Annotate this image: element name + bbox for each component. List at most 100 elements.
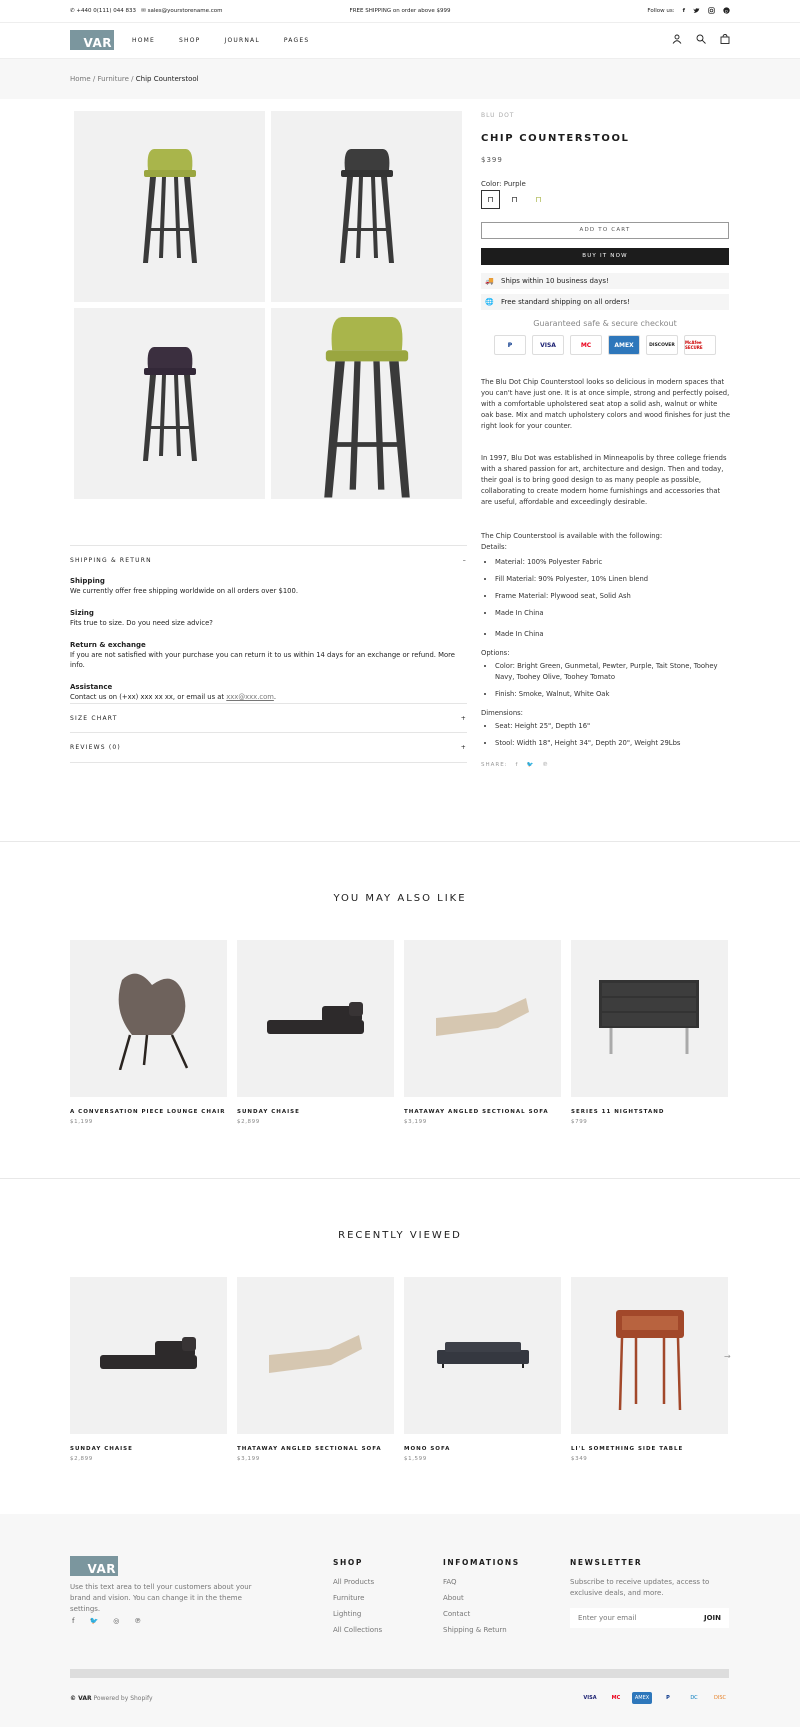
footer-link[interactable]: Lighting xyxy=(333,1606,382,1622)
nav-journal[interactable]: JOURNAL xyxy=(224,37,259,44)
dimension-item: Stool: Width 18", Height 34", Depth 20",… xyxy=(495,738,731,749)
breadcrumb-furniture[interactable]: Furniture xyxy=(98,75,129,83)
assistance-heading: Assistance xyxy=(70,683,113,691)
twitter-icon[interactable] xyxy=(693,7,700,14)
product-card-name[interactable]: SERIES 11 NIGHTSTAND xyxy=(571,1109,728,1115)
accordion-size-chart[interactable]: SIZE CHART + xyxy=(70,703,467,733)
truck-icon: 🚚 xyxy=(485,277,494,285)
also-like-title: YOU MAY ALSO LIKE xyxy=(333,893,467,904)
social-links: Follow us: f p xyxy=(647,7,730,14)
footer-about: Use this text area to tell your customer… xyxy=(70,1583,252,1613)
footer-link[interactable]: FAQ xyxy=(443,1574,507,1590)
product-card-image[interactable] xyxy=(70,1277,227,1434)
product-card[interactable]: THATAWAY ANGLED SECTIONAL SOFA $3,199 xyxy=(404,940,561,1125)
facebook-icon[interactable]: f xyxy=(72,1617,74,1625)
buy-now-button[interactable]: BUY IT NOW xyxy=(481,248,729,265)
product-card-name[interactable]: SUNDAY CHAISE xyxy=(237,1109,394,1115)
product-card-image[interactable] xyxy=(404,940,561,1097)
footer-link[interactable]: About xyxy=(443,1590,507,1606)
product-card-name[interactable]: THATAWAY ANGLED SECTIONAL SOFA xyxy=(404,1109,561,1115)
facebook-icon[interactable]: f xyxy=(683,8,685,14)
product-card[interactable]: THATAWAY ANGLED SECTIONAL SOFA $3,199 xyxy=(237,1277,394,1462)
product-card-name[interactable]: LI'L SOMETHING SIDE TABLE xyxy=(571,1446,728,1452)
product-image-purple[interactable] xyxy=(74,308,265,499)
product-card-name[interactable]: SUNDAY CHAISE xyxy=(70,1446,227,1452)
newsletter-form: Enter your email JOIN xyxy=(570,1608,729,1628)
instagram-icon[interactable] xyxy=(708,7,715,14)
product-card-image[interactable] xyxy=(70,940,227,1097)
product-card-price: $799 xyxy=(571,1119,588,1125)
product-card[interactable]: MONO SOFA $1,599 xyxy=(404,1277,561,1462)
product-card-name[interactable]: MONO SOFA xyxy=(404,1446,561,1452)
main-nav: HOME SHOP JOURNAL PAGES xyxy=(132,37,309,44)
product-price: $399 xyxy=(481,156,503,164)
swatch-purple[interactable]: ⊓ xyxy=(481,190,500,209)
mcafee-icon: McAfee SECURE xyxy=(684,335,716,355)
product-card-image[interactable] xyxy=(404,1277,561,1434)
dimensions-label: Dimensions: xyxy=(481,709,523,717)
join-button[interactable]: JOIN xyxy=(704,1608,721,1628)
product-card[interactable]: SERIES 11 NIGHTSTAND $799 xyxy=(571,940,728,1125)
twitter-icon[interactable]: 🐦 xyxy=(89,1617,98,1625)
footer-link[interactable]: All Collections xyxy=(333,1622,382,1638)
nav-pages[interactable]: PAGES xyxy=(284,37,309,44)
footer-shop-links: All Products Furniture Lighting All Coll… xyxy=(333,1574,382,1638)
product-image-gunmetal[interactable] xyxy=(271,111,462,302)
share-twitter-icon[interactable]: 🐦 xyxy=(526,762,534,768)
product-card-name[interactable]: A CONVERSATION PIECE LOUNGE CHAIR xyxy=(70,1109,227,1115)
search-icon[interactable] xyxy=(696,34,706,44)
accordion-shipping[interactable]: SHIPPING & RETURN – xyxy=(70,545,467,575)
email-input[interactable]: Enter your email xyxy=(578,1608,636,1628)
availability-text: The Chip Counterstool is available with … xyxy=(481,532,663,540)
product-card[interactable]: SUNDAY CHAISE $2,899 xyxy=(237,940,394,1125)
return-text: If you are not satisfied with your purch… xyxy=(70,651,455,669)
footer-link[interactable]: All Products xyxy=(333,1574,382,1590)
footer-logo[interactable]: VAR xyxy=(70,1556,118,1576)
amex-icon: AMEX xyxy=(632,1692,652,1704)
account-icon[interactable] xyxy=(672,34,682,44)
visa-icon: VISA xyxy=(532,335,564,355)
powered-by-link[interactable]: Powered by Shopify xyxy=(94,1695,153,1702)
swatch-gunmetal[interactable]: ⊓ xyxy=(505,190,524,209)
nav-home[interactable]: HOME xyxy=(132,37,155,44)
stool-thumb-icon: ⊓ xyxy=(511,195,518,204)
footer-link[interactable]: Shipping & Return xyxy=(443,1622,507,1638)
add-to-cart-button[interactable]: ADD TO CART xyxy=(481,222,729,239)
product-card[interactable]: SUNDAY CHAISE $2,899 xyxy=(70,1277,227,1462)
product-card[interactable]: A CONVERSATION PIECE LOUNGE CHAIR $1,199 xyxy=(70,940,227,1125)
product-card-image[interactable] xyxy=(237,940,394,1097)
cart-icon[interactable] xyxy=(720,34,730,44)
carousel-next-icon[interactable]: → xyxy=(724,1352,731,1361)
product-card-image[interactable] xyxy=(237,1277,394,1434)
accordion-title: REVIEWS (0) xyxy=(70,744,121,751)
product-card-image[interactable] xyxy=(571,940,728,1097)
options-label: Options: xyxy=(481,649,510,657)
footer-link[interactable]: Contact xyxy=(443,1606,507,1622)
swatch-green[interactable]: ⊓ xyxy=(529,190,548,209)
footer-link[interactable]: Furniture xyxy=(333,1590,382,1606)
nav-shop[interactable]: SHOP xyxy=(179,37,200,44)
return-heading: Return & exchange xyxy=(70,641,146,649)
assistance-email-link[interactable]: xxx@xxx.com xyxy=(226,693,274,701)
product-card-image[interactable] xyxy=(571,1277,728,1434)
paypal-icon: P xyxy=(494,335,526,355)
breadcrumb-home[interactable]: Home xyxy=(70,75,91,83)
share-pinterest-icon[interactable]: ℗ xyxy=(542,762,549,768)
share-facebook-icon[interactable]: f xyxy=(516,762,519,768)
store-logo[interactable]: VAR xyxy=(70,30,114,50)
instagram-icon[interactable]: ◎ xyxy=(113,1617,119,1625)
product-card[interactable]: LI'L SOMETHING SIDE TABLE $349 xyxy=(571,1277,728,1462)
accordion-title: SIZE CHART xyxy=(70,715,118,722)
product-card-name[interactable]: THATAWAY ANGLED SECTIONAL SOFA xyxy=(237,1446,394,1452)
breadcrumb: Home / Furniture / Chip Counterstool xyxy=(0,59,800,99)
detail-item: Made In China xyxy=(495,608,731,619)
pinterest-icon[interactable]: ℗ xyxy=(134,1617,141,1625)
detail-item: Made In China xyxy=(495,629,731,640)
detail-item: Fill Material: 90% Polyester, 10% Linen … xyxy=(495,574,731,585)
stool-thumb-icon: ⊓ xyxy=(535,195,542,204)
product-image-closeup[interactable] xyxy=(271,308,462,499)
accordion-reviews[interactable]: REVIEWS (0) + xyxy=(70,732,467,763)
product-image-green[interactable] xyxy=(74,111,265,302)
pinterest-icon[interactable]: p xyxy=(723,7,730,14)
product-vendor[interactable]: BLU DOT xyxy=(481,112,514,119)
